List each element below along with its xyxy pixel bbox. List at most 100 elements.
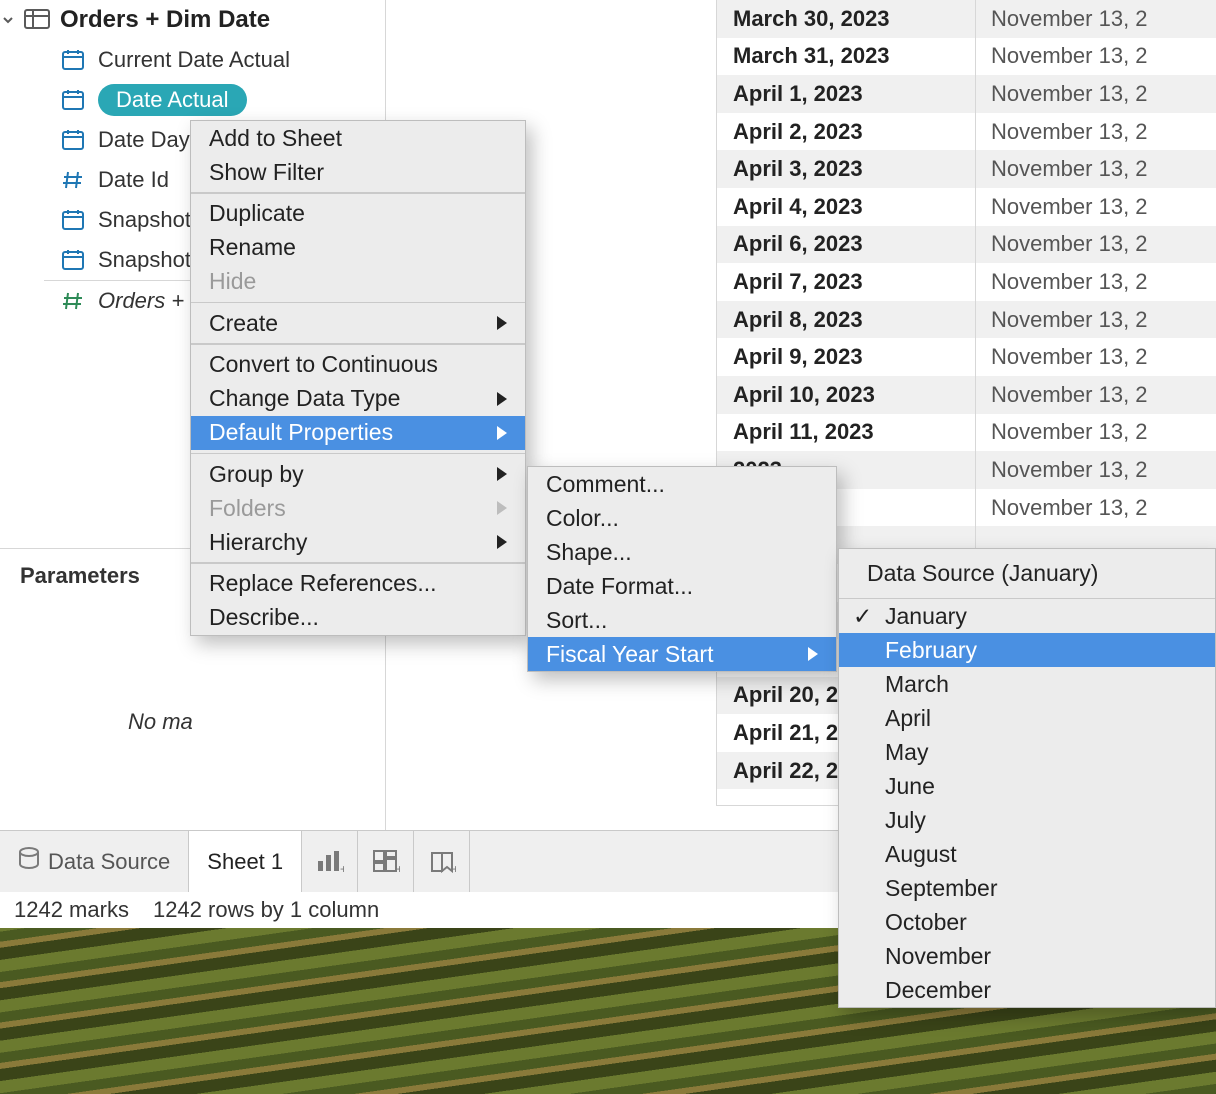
tab-sheet-1[interactable]: Sheet 1	[189, 831, 302, 892]
menu-month-june[interactable]: June	[839, 769, 1215, 803]
svg-text:+: +	[340, 862, 344, 875]
table-row[interactable]: April 8, 2023November 13, 2	[717, 301, 1216, 339]
menu-color[interactable]: Color...	[528, 501, 836, 535]
cell-date: March 31, 2023	[717, 43, 975, 69]
menu-month-label: June	[885, 773, 935, 800]
menu-date-format[interactable]: Date Format...	[528, 569, 836, 603]
menu-hide: Hide	[191, 265, 525, 299]
table-row[interactable]: April 3, 2023November 13, 2	[717, 150, 1216, 188]
svg-text:+: +	[452, 862, 456, 875]
new-story-button[interactable]: +	[414, 831, 470, 892]
chevron-down-icon[interactable]	[2, 14, 22, 26]
menu-month-label: July	[885, 807, 926, 834]
new-worksheet-button[interactable]: +	[302, 831, 358, 892]
menu-month-label: May	[885, 739, 928, 766]
menu-month-november[interactable]: November	[839, 939, 1215, 973]
table-row[interactable]: April 7, 2023November 13, 2	[717, 263, 1216, 301]
menu-month-march[interactable]: March	[839, 667, 1215, 701]
field-label: Date Id	[98, 167, 169, 193]
menu-hierarchy[interactable]: Hierarchy	[191, 525, 525, 559]
menu-month-label: December	[885, 977, 991, 1004]
menu-create[interactable]: Create	[191, 306, 525, 340]
field-date-actual[interactable]: Date Actual	[0, 80, 385, 120]
menu-month-label: January	[885, 603, 967, 630]
table-row[interactable]: April 10, 2023November 13, 2	[717, 376, 1216, 414]
table-row[interactable]: April 4, 2023November 13, 2	[717, 188, 1216, 226]
new-dashboard-button[interactable]: +	[358, 831, 414, 892]
field-current-date-actual[interactable]: Current Date Actual	[0, 40, 385, 80]
menu-sort[interactable]: Sort...	[528, 603, 836, 637]
menu-comment[interactable]: Comment...	[528, 467, 836, 501]
menu-month-may[interactable]: May	[839, 735, 1215, 769]
menu-month-july[interactable]: July	[839, 803, 1215, 837]
hash-icon	[58, 288, 88, 314]
table-row[interactable]: April 2, 2023November 13, 2	[717, 113, 1216, 151]
menu-month-february[interactable]: February	[839, 633, 1215, 667]
menu-folders: Folders	[191, 491, 525, 525]
field-context-menu: Add to Sheet Show Filter Duplicate Renam…	[190, 120, 526, 636]
cell-value: November 13, 2	[975, 119, 1216, 145]
cell-value: November 13, 2	[975, 81, 1216, 107]
table-row[interactable]: April 1, 2023November 13, 2	[717, 75, 1216, 113]
data-source-header[interactable]: Orders + Dim Date	[0, 0, 385, 40]
table-row[interactable]: March 30, 2023November 13, 2	[717, 0, 1216, 38]
menu-month-october[interactable]: October	[839, 905, 1215, 939]
menu-month-april[interactable]: April	[839, 701, 1215, 735]
cell-date: April 9, 2023	[717, 344, 975, 370]
data-source-icon	[18, 847, 40, 877]
menu-month-august[interactable]: August	[839, 837, 1215, 871]
menu-replace-references[interactable]: Replace References...	[191, 567, 525, 601]
menu-rename[interactable]: Rename	[191, 231, 525, 265]
cell-value: November 13, 2	[975, 156, 1216, 182]
cell-value: November 13, 2	[975, 194, 1216, 220]
menu-add-to-sheet[interactable]: Add to Sheet	[191, 121, 525, 155]
chevron-right-icon	[497, 316, 507, 330]
menu-describe[interactable]: Describe...	[191, 601, 525, 635]
date-icon	[58, 87, 88, 113]
cell-date: April 3, 2023	[717, 156, 975, 182]
table-row[interactable]: April 9, 2023November 13, 2	[717, 338, 1216, 376]
menu-month-label: March	[885, 671, 949, 698]
menu-change-data-type[interactable]: Change Data Type	[191, 382, 525, 416]
date-icon	[58, 207, 88, 233]
menu-group-by[interactable]: Group by	[191, 457, 525, 491]
menu-separator	[191, 343, 525, 345]
menu-duplicate[interactable]: Duplicate	[191, 197, 525, 231]
menu-fiscal-year-start[interactable]: Fiscal Year Start	[528, 637, 836, 671]
no-match-text: No ma	[128, 709, 386, 735]
cell-value: November 13, 2	[975, 419, 1216, 445]
cell-value: November 13, 2	[975, 344, 1216, 370]
cell-value: November 13, 2	[975, 382, 1216, 408]
cell-date: April 8, 2023	[717, 307, 975, 333]
cell-date: April 7, 2023	[717, 269, 975, 295]
table-icon	[24, 9, 52, 31]
cell-value: November 13, 2	[975, 6, 1216, 32]
menu-shape[interactable]: Shape...	[528, 535, 836, 569]
cell-value: November 13, 2	[975, 269, 1216, 295]
table-row[interactable]: April 6, 2023November 13, 2	[717, 226, 1216, 264]
menu-month-january[interactable]: ✓January	[839, 599, 1215, 633]
menu-month-december[interactable]: December	[839, 973, 1215, 1007]
menu-default-properties[interactable]: Default Properties	[191, 416, 525, 450]
tab-data-source[interactable]: Data Source	[0, 831, 189, 892]
menu-month-label: August	[885, 841, 957, 868]
menu-month-september[interactable]: September	[839, 871, 1215, 905]
field-label: Date Actual	[98, 84, 247, 116]
table-row[interactable]: April 11, 2023November 13, 2	[717, 414, 1216, 452]
cell-value: November 13, 2	[975, 457, 1216, 483]
status-rows: 1242 rows by 1 column	[153, 897, 379, 923]
date-icon	[58, 247, 88, 273]
chevron-right-icon	[497, 535, 507, 549]
menu-show-filter[interactable]: Show Filter	[191, 155, 525, 189]
default-properties-submenu: Comment... Color... Shape... Date Format…	[527, 466, 837, 672]
menu-separator	[191, 192, 525, 194]
chevron-right-icon	[497, 501, 507, 515]
status-marks: 1242 marks	[14, 897, 129, 923]
chevron-right-icon	[497, 467, 507, 481]
menu-separator	[191, 562, 525, 564]
menu-convert-continuous[interactable]: Convert to Continuous	[191, 348, 525, 382]
table-row[interactable]: March 31, 2023November 13, 2	[717, 38, 1216, 76]
menu-separator	[191, 302, 525, 304]
cell-value: November 13, 2	[975, 231, 1216, 257]
chevron-right-icon	[497, 426, 507, 440]
